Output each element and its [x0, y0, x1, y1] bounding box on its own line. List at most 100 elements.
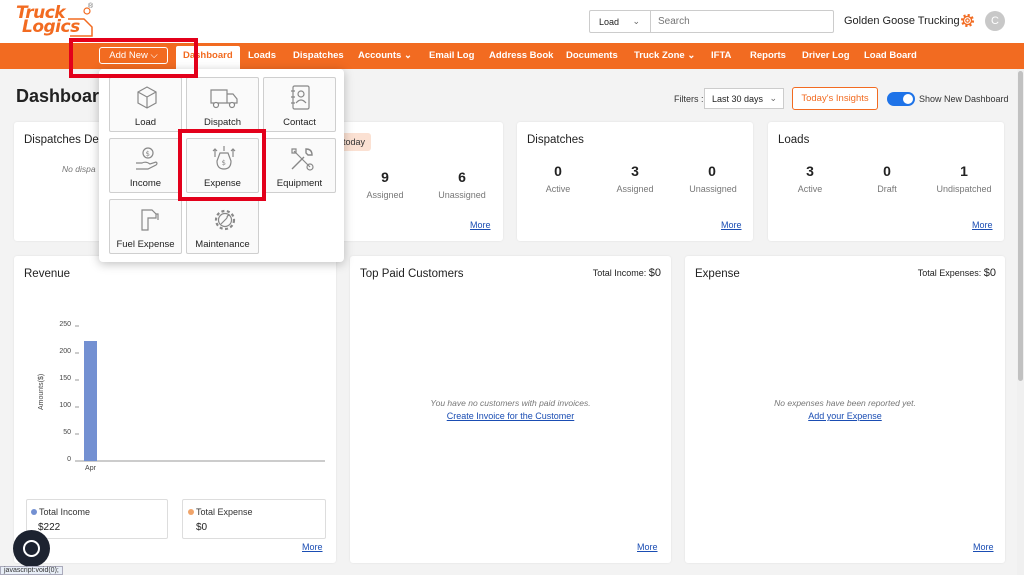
stat-value: 0	[883, 163, 891, 179]
gear-icon[interactable]	[959, 12, 976, 29]
legend-swatch-income	[31, 509, 37, 515]
nav-ifta[interactable]: IFTA	[711, 50, 731, 61]
show-new-dashboard-toggle[interactable]	[887, 92, 915, 106]
tile-label: Load	[134, 117, 157, 128]
search-type-select[interactable]: Load ⌄	[590, 11, 651, 32]
user-avatar[interactable]: C	[985, 11, 1005, 31]
more-link[interactable]: More	[721, 220, 742, 230]
stat-value: 3	[631, 163, 639, 179]
box-icon	[137, 86, 157, 109]
nav-truck-zone[interactable]: Truck Zone ⌄	[634, 50, 695, 61]
nav-truck-zone-label: Truck Zone	[634, 50, 685, 61]
more-link[interactable]: More	[470, 220, 491, 230]
svg-text:$: $	[146, 150, 150, 158]
top-paid-customers-card: Top Paid Customers Total Income: $0 You …	[350, 256, 671, 563]
toggle-label: Show New Dashboard	[919, 94, 1009, 104]
nav-accounts[interactable]: Accounts ⌄	[358, 50, 412, 61]
stat-value: 1	[960, 163, 968, 179]
card-title: Dispatches	[527, 134, 584, 146]
chart-y-axis-label: Amounts($)	[38, 373, 45, 410]
y-tick-label: 100	[59, 402, 71, 409]
nav-load-board[interactable]: Load Board	[864, 50, 917, 61]
legend-swatch-expense	[188, 509, 194, 515]
gear-wrench-icon	[214, 209, 236, 231]
y-tick-label: 200	[59, 348, 71, 355]
empty-expenses-message: No expenses have been reported yet.	[774, 398, 916, 408]
total-income-summary: Total Income: $0	[550, 267, 661, 279]
legend-value: $0	[196, 522, 208, 533]
stat-value: 6	[458, 169, 466, 185]
add-income-tile[interactable]: $ Income	[109, 138, 182, 193]
add-contact-tile[interactable]: Contact	[263, 77, 336, 132]
add-fuel-expense-tile[interactable]: Fuel Expense	[109, 199, 182, 254]
nav-address-book[interactable]: Address Book	[489, 50, 553, 61]
total-expenses-value: $0	[983, 267, 996, 279]
highlight-add-new	[69, 38, 198, 78]
y-tick-label: 50	[63, 429, 71, 436]
company-name[interactable]: Golden Goose Trucking	[844, 15, 960, 27]
legend-total-income: Total Income $222	[26, 499, 168, 539]
stat-label: Assigned	[366, 190, 404, 200]
total-expenses-summary: Total Expenses: $0	[875, 267, 996, 279]
tile-label: Contact	[283, 117, 316, 128]
total-income-label: Total Income:	[592, 268, 647, 278]
chevron-down-icon: ⌄	[687, 50, 696, 61]
legend-total-expense: Total Expense $0	[182, 499, 326, 539]
legend-name: Total Expense	[196, 507, 253, 517]
legend-name: Total Income	[39, 507, 91, 517]
create-invoice-link[interactable]: Create Invoice for the Customer	[350, 411, 671, 421]
stat-label: Active	[797, 184, 823, 194]
y-tick-label: 250	[59, 321, 71, 328]
more-link[interactable]: More	[302, 542, 323, 552]
address-book-icon	[291, 85, 310, 110]
toggle-knob	[903, 94, 913, 104]
more-link[interactable]: More	[972, 220, 993, 230]
add-expense-link[interactable]: Add your Expense	[685, 411, 1005, 421]
truck-icon	[210, 89, 238, 109]
stat-value: 0	[708, 163, 716, 179]
search-type-value: Load	[599, 17, 620, 27]
chat-bubble-icon	[23, 540, 40, 557]
card-title: Top Paid Customers	[360, 268, 464, 280]
add-load-tile[interactable]: Load	[109, 77, 182, 132]
page-scrollbar[interactable]	[1017, 69, 1024, 575]
more-link[interactable]: More	[973, 542, 994, 552]
global-search: Load ⌄	[589, 10, 834, 33]
stat-value: 3	[806, 163, 814, 179]
y-tick-label: 0	[67, 456, 71, 463]
empty-customers-message: You have no customers with paid invoices…	[430, 398, 591, 408]
chevron-down-icon: ⌄	[769, 93, 777, 103]
more-link[interactable]: More	[637, 542, 658, 552]
card-title: Loads	[778, 134, 810, 146]
chevron-down-icon: ⌄	[403, 50, 412, 61]
add-maintenance-tile[interactable]: Maintenance	[186, 199, 259, 254]
status-bar-url: javascript:void(0);	[0, 566, 63, 575]
dispatches-card: Dispatches 0 Active 3 Assigned 0 Unassig…	[517, 122, 753, 241]
date-filter-value: Last 30 days	[712, 94, 764, 104]
tile-label: Equipment	[276, 178, 323, 189]
stat-value: 9	[381, 169, 389, 185]
tools-icon	[291, 148, 314, 171]
highlight-expense	[178, 129, 266, 201]
date-filter-select[interactable]: Last 30 days ⌄	[704, 88, 784, 109]
tile-label: Fuel Expense	[116, 239, 175, 250]
add-equipment-tile[interactable]: Equipment	[263, 138, 336, 193]
search-input[interactable]	[651, 11, 833, 32]
total-income-value: $0	[648, 267, 661, 279]
money-hand-icon: $	[136, 147, 158, 170]
scrollbar-thumb[interactable]	[1018, 71, 1023, 381]
bar-apr[interactable]	[84, 341, 97, 461]
legend-value: $222	[38, 522, 61, 533]
chat-widget-button[interactable]	[13, 530, 50, 567]
stat-label: Undispatched	[936, 184, 992, 194]
chevron-down-icon: ⌄	[632, 16, 640, 26]
todays-insights-button[interactable]: Today's Insights	[792, 87, 878, 110]
stat-label: Draft	[877, 184, 897, 194]
nav-documents[interactable]: Documents	[566, 50, 618, 61]
tile-label: Dispatch	[204, 117, 241, 128]
nav-driver-log[interactable]: Driver Log	[802, 50, 850, 61]
nav-reports[interactable]: Reports	[750, 50, 786, 61]
nav-email-log[interactable]: Email Log	[429, 50, 474, 61]
nav-accounts-label: Accounts	[358, 50, 402, 61]
add-dispatch-tile[interactable]: Dispatch	[186, 77, 259, 132]
